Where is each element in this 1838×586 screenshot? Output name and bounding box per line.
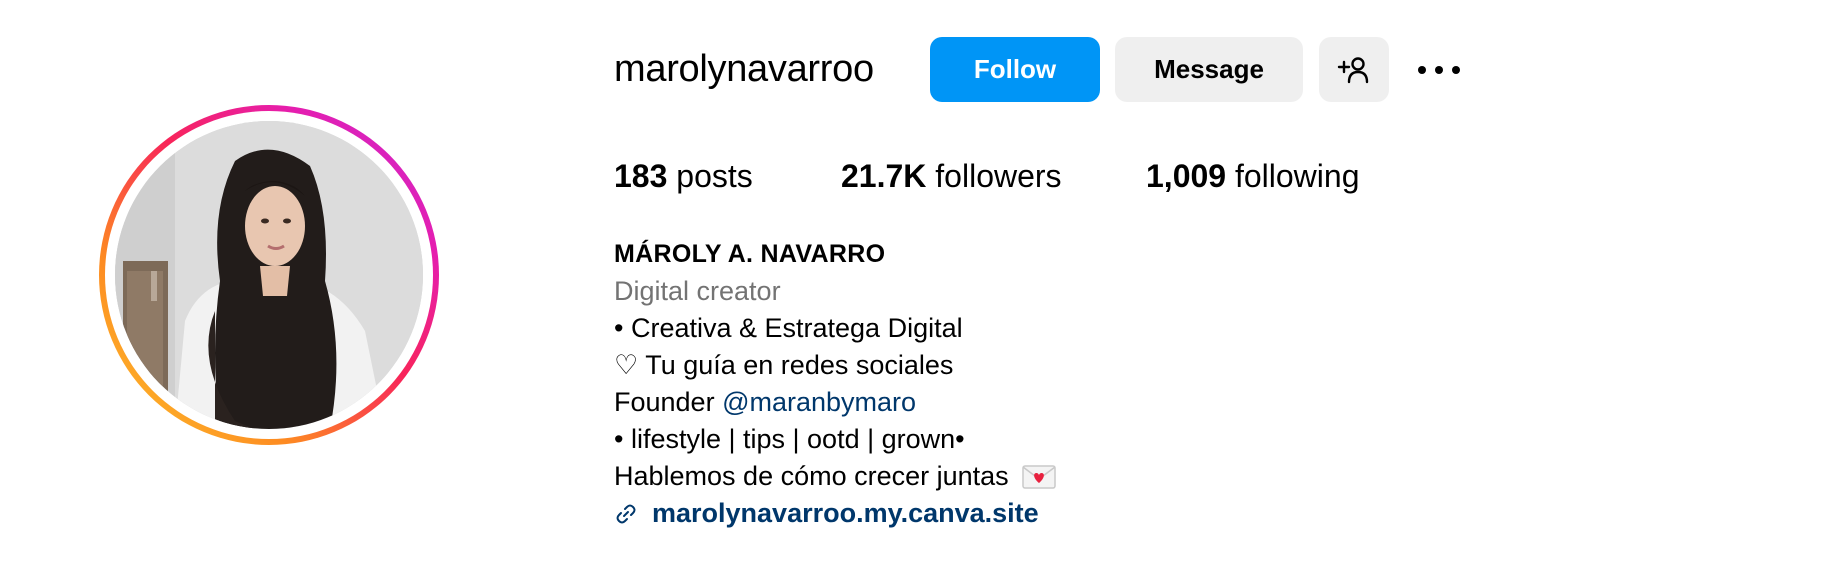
followers-stat[interactable]: 21.7K followers: [841, 156, 1062, 196]
posts-count: 183: [614, 158, 668, 194]
posts-label: posts: [676, 158, 753, 194]
bio-line-5: Hablemos de cómo crecer juntas: [614, 458, 1514, 495]
following-label: following: [1234, 158, 1360, 194]
love-letter-icon: [1022, 465, 1056, 489]
add-person-icon: [1337, 56, 1369, 83]
bio: MÁROLY A. NAVARRO Digital creator • Crea…: [614, 236, 1514, 532]
mention-link[interactable]: @maranbymaro: [722, 387, 916, 417]
posts-stat: 183 posts: [614, 156, 753, 196]
followers-label: followers: [935, 158, 1062, 194]
external-link-text[interactable]: marolynavarroo.my.canva.site: [652, 495, 1039, 532]
link-icon: [616, 504, 636, 523]
avatar-story-ring[interactable]: [99, 105, 439, 445]
follow-button[interactable]: Follow: [930, 37, 1100, 102]
full-name: MÁROLY A. NAVARRO: [614, 240, 886, 268]
external-link[interactable]: marolynavarroo.my.canva.site: [614, 495, 1514, 532]
bio-line-3: Founder @maranbymaro: [614, 384, 1514, 421]
bio-line-2: ♡ Tu guía en redes sociales: [614, 350, 954, 380]
avatar-photo-icon: [115, 121, 423, 429]
suggest-accounts-button[interactable]: [1319, 37, 1389, 102]
followers-count: 21.7K: [841, 158, 927, 194]
more-options-button[interactable]: [1411, 50, 1467, 90]
avatar[interactable]: [115, 121, 423, 429]
message-button[interactable]: Message: [1115, 37, 1303, 102]
following-stat[interactable]: 1,009 following: [1146, 156, 1359, 196]
category-label: Digital creator: [614, 276, 781, 306]
bio-founder-text: Founder: [614, 387, 723, 417]
following-count: 1,009: [1146, 158, 1227, 194]
bio-line-5-text: Hablemos de cómo crecer juntas: [614, 461, 1009, 491]
bio-line-4: • lifestyle | tips | ootd | grown•: [614, 424, 965, 454]
bio-line-1: • Creativa & Estratega Digital: [614, 313, 963, 343]
more-options-icon: [1418, 66, 1460, 74]
username: marolynavarroo: [614, 48, 874, 90]
